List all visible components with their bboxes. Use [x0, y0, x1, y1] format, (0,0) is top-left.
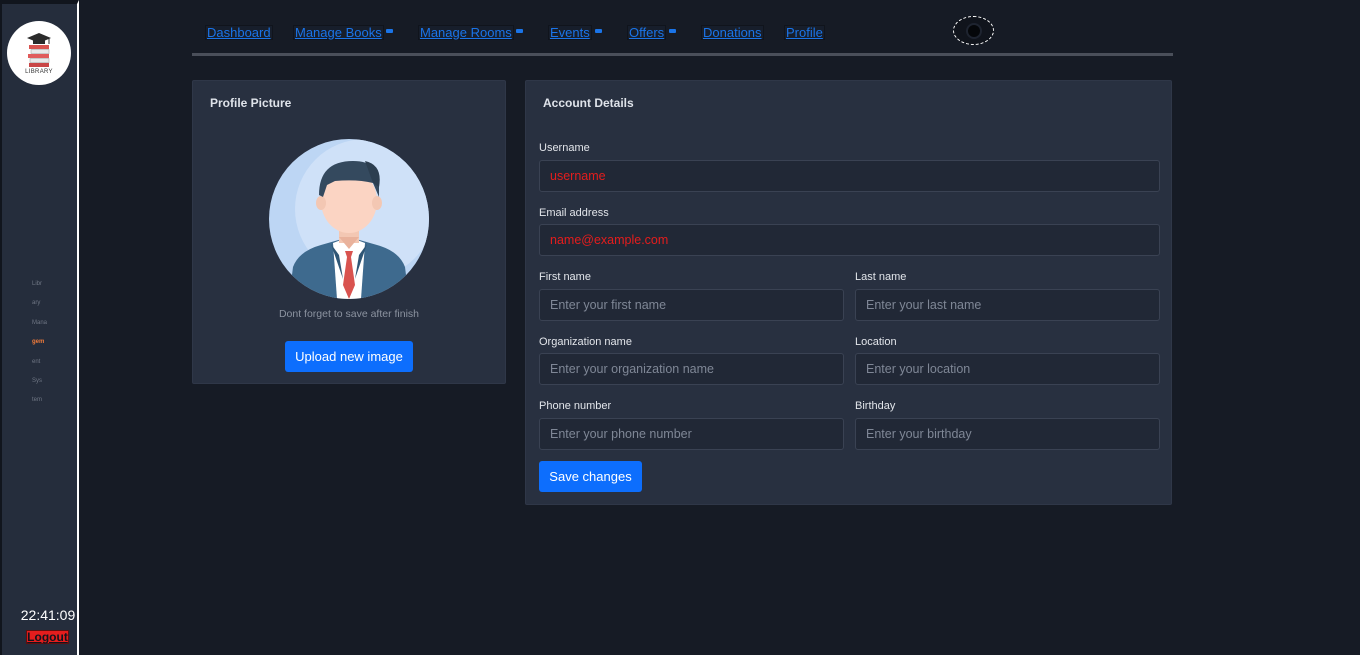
birthday-input[interactable]	[855, 418, 1160, 450]
clock: 22:41:09	[20, 607, 76, 623]
nav-manage-books[interactable]: Manage Books	[293, 25, 384, 40]
side-menu-item[interactable]: ent	[32, 356, 62, 375]
organization-label: Organization name	[539, 336, 632, 348]
dropdown-caret-icon[interactable]	[516, 29, 523, 33]
side-menu-item[interactable]: ary	[32, 297, 62, 316]
location-label: Location	[855, 336, 897, 348]
sidebar: LIBRARY Libr ary Mana gem ent Sys tem 22…	[0, 0, 79, 655]
birthday-label: Birthday	[855, 400, 896, 412]
nav-manage-rooms[interactable]: Manage Rooms	[418, 25, 514, 40]
app-root: LIBRARY Libr ary Mana gem ent Sys tem 22…	[0, 0, 1360, 655]
phone-label: Phone number	[539, 400, 612, 412]
phone-input[interactable]	[539, 418, 844, 450]
nav-dashboard[interactable]: Dashboard	[205, 25, 273, 40]
library-logo[interactable]: LIBRARY	[7, 21, 71, 85]
user-avatar-icon	[269, 139, 429, 299]
nav-events[interactable]: Events	[548, 25, 592, 40]
theme-toggle[interactable]	[953, 16, 994, 45]
dropdown-caret-icon[interactable]	[595, 29, 602, 33]
username-label: Username	[539, 142, 590, 154]
email-label: Email address	[539, 207, 609, 219]
side-menu: Libr ary Mana gem ent Sys tem	[32, 278, 62, 414]
nav-donations[interactable]: Donations	[701, 25, 764, 40]
last-name-label: Last name	[855, 271, 907, 283]
last-name-input[interactable]	[855, 289, 1160, 321]
dropdown-caret-icon[interactable]	[669, 29, 676, 33]
card-title: Profile Picture	[210, 96, 292, 110]
moon-icon	[968, 25, 980, 37]
side-menu-item-active[interactable]: gem	[32, 336, 62, 355]
first-name-label: First name	[539, 271, 591, 283]
nav-profile[interactable]: Profile	[784, 25, 825, 40]
profile-picture-card: Profile Picture Dont forget to save afte…	[192, 80, 506, 384]
save-changes-button[interactable]: Save changes	[539, 461, 642, 492]
top-nav: Dashboard Manage Books Manage Rooms Even…	[192, 0, 1173, 56]
upload-image-button[interactable]: Upload new image	[285, 341, 413, 372]
first-name-input[interactable]	[539, 289, 844, 321]
side-menu-item[interactable]: tem	[32, 394, 62, 413]
account-details-card: Account Details Username Email address F…	[525, 80, 1172, 505]
card-title: Account Details	[543, 96, 634, 110]
side-menu-item[interactable]: Sys	[32, 375, 62, 394]
dropdown-caret-icon[interactable]	[386, 29, 393, 33]
side-menu-item[interactable]: Mana	[32, 317, 62, 336]
username-input[interactable]	[539, 160, 1160, 192]
email-input[interactable]	[539, 224, 1160, 256]
side-menu-item[interactable]: Libr	[32, 278, 62, 297]
books-icon	[27, 32, 51, 67]
nav-offers[interactable]: Offers	[627, 25, 667, 40]
organization-input[interactable]	[539, 353, 844, 385]
logout-button[interactable]: Logout	[26, 630, 69, 644]
profile-note: Dont forget to save after finish	[278, 308, 420, 320]
logo-text: LIBRARY	[25, 68, 53, 75]
avatar	[269, 139, 429, 299]
location-input[interactable]	[855, 353, 1160, 385]
